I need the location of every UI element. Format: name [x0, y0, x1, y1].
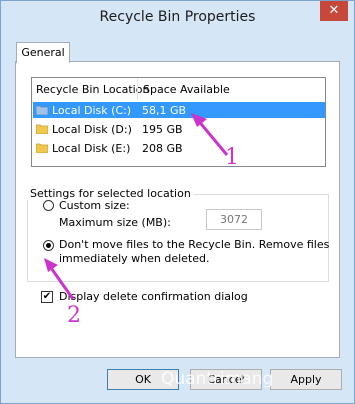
dont-move-files-label[interactable]: Don't move files to the Recycle Bin. Rem…: [59, 238, 329, 251]
title-bar[interactable]: Recycle Bin Properties ✕: [1, 1, 354, 31]
drive-folder-icon: [36, 123, 48, 134]
space-available: 195 GB: [142, 123, 183, 136]
dont-move-files-label-line2[interactable]: immediately when deleted.: [59, 252, 210, 265]
location-name: Local Disk (D:): [52, 123, 132, 136]
window-title: Recycle Bin Properties: [99, 9, 256, 25]
recycle-bin-location-list[interactable]: Recycle Bin Location Space Available Loc…: [31, 77, 326, 167]
close-button[interactable]: ✕: [320, 1, 348, 21]
drive-folder-icon: [36, 104, 48, 115]
location-row-c[interactable]: Local Disk (C:) 58,1 GB: [33, 102, 325, 118]
space-available: 58,1 GB: [142, 104, 187, 117]
location-name: Local Disk (C:): [52, 104, 132, 117]
dont-move-files-radio[interactable]: [43, 240, 54, 251]
space-available: 208 GB: [142, 142, 183, 155]
tab-general[interactable]: General: [16, 42, 70, 63]
watermark: Quantrimang: [161, 369, 274, 389]
annotation-number-2: 2: [67, 303, 81, 328]
column-header-space[interactable]: Space Available: [143, 83, 230, 96]
custom-size-label[interactable]: Custom size:: [59, 199, 130, 212]
maximum-size-label: Maximum size (MB):: [59, 216, 171, 229]
general-tab-panel: Recycle Bin Location Space Available Loc…: [15, 61, 340, 358]
apply-button[interactable]: Apply: [270, 369, 342, 390]
annotation-arrow-2: [44, 258, 75, 300]
location-row-d[interactable]: Local Disk (D:) 195 GB: [33, 121, 325, 137]
location-name: Local Disk (E:): [52, 142, 131, 155]
column-header-location[interactable]: Recycle Bin Location: [36, 83, 149, 96]
annotation-number-1: 1: [225, 145, 239, 170]
recycle-bin-properties-window: Recycle Bin Properties ✕ General Recycle…: [0, 0, 355, 404]
list-header: Recycle Bin Location Space Available: [32, 78, 325, 100]
delete-confirmation-label[interactable]: Display delete confirmation dialog: [59, 290, 248, 303]
custom-size-radio[interactable]: [43, 200, 54, 211]
drive-folder-icon: [36, 142, 48, 153]
column-separator[interactable]: [137, 78, 138, 100]
maximum-size-field[interactable]: 3072: [206, 209, 262, 230]
location-row-e[interactable]: Local Disk (E:) 208 GB: [33, 140, 325, 156]
